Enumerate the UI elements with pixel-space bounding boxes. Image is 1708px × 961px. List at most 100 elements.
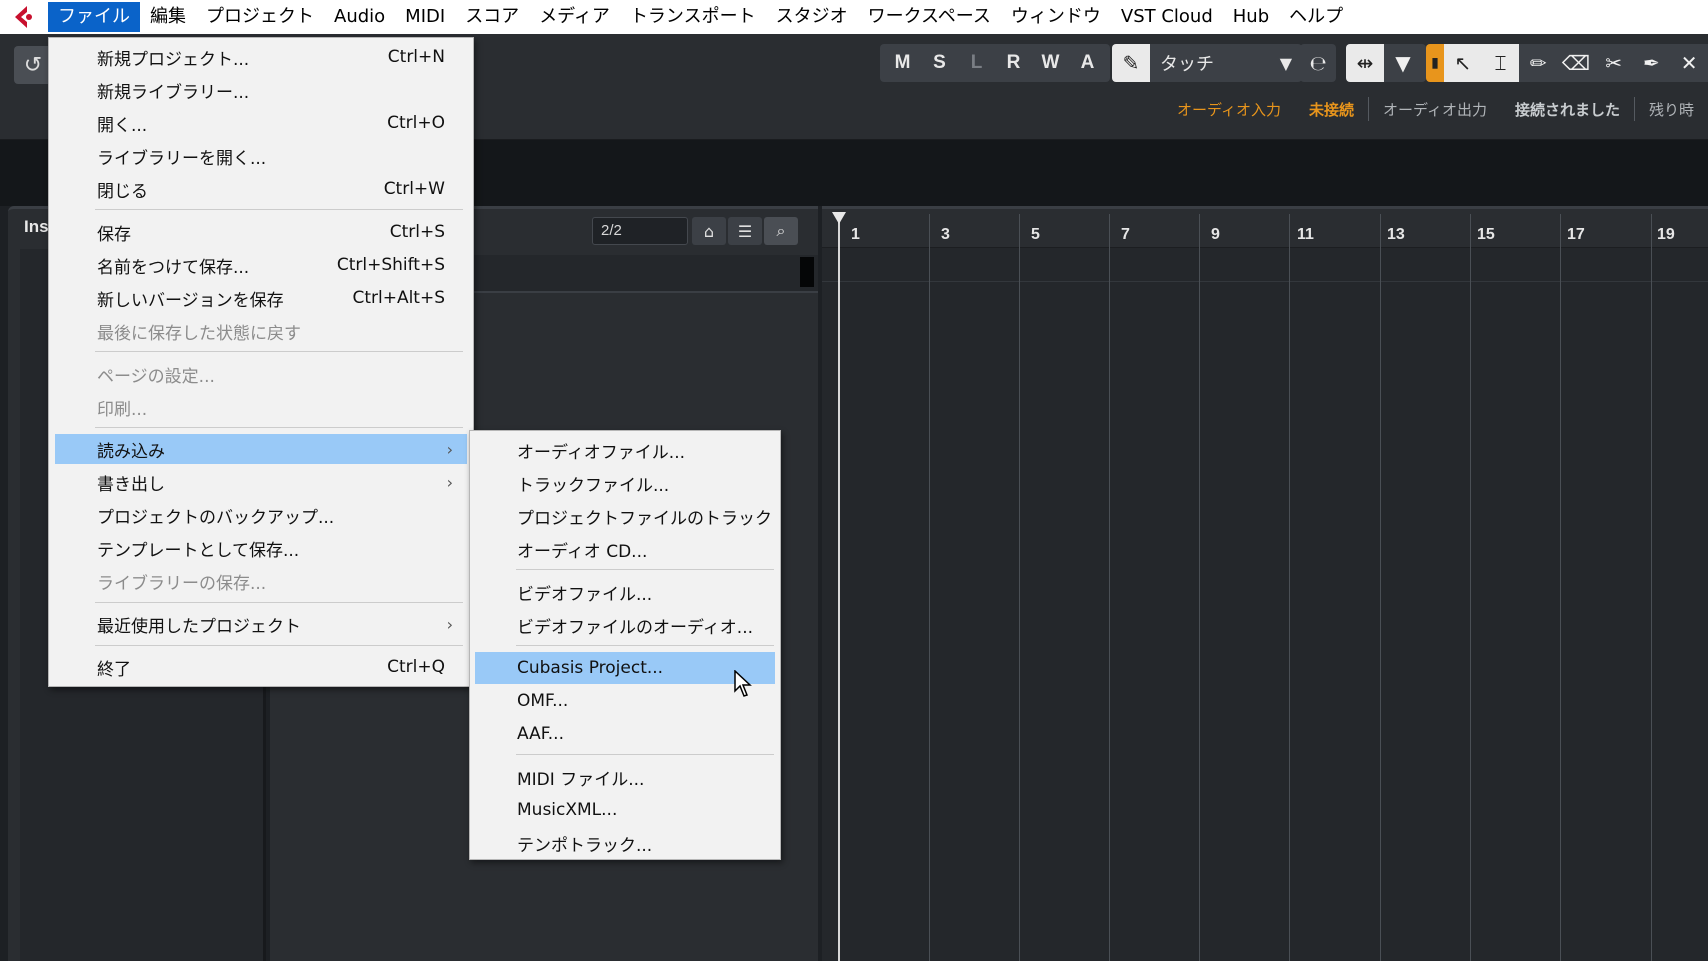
object-selection-icon[interactable]: ↖ [1443,44,1482,82]
submenu-item-video-file[interactable]: ビデオファイル... [475,576,775,608]
undo-icon[interactable]: ↺ [14,46,52,84]
menu-bar: ファイル 編集 プロジェクト Audio MIDI スコア メディア トランスポ… [0,0,1708,34]
menu-item-label: 最近使用したプロジェクト [97,616,301,637]
e-icon[interactable]: ℮ [1300,44,1336,82]
menu-item-import[interactable]: 読み込み › [55,434,467,464]
mouse-cursor-icon [734,670,752,697]
menu-item-label: 印刷... [97,399,148,420]
mute-tool-icon[interactable]: ✕ [1670,44,1708,82]
menu-item-save[interactable]: 保存 Ctrl+S [55,217,467,247]
menu-score[interactable]: スコア [455,2,529,32]
bar-gridline [1651,214,1652,961]
search-icon[interactable]: ⌕ [764,217,798,245]
menu-item-label: Cubasis Project... [517,658,664,678]
menu-item-label: ページの設定... [97,366,215,387]
menu-item-save-as-template[interactable]: テンプレートとして保存... [55,533,467,563]
menu-item-label: トラックファイル... [517,475,670,496]
bar-gridline [1470,214,1471,961]
menu-item-open-library[interactable]: ライブラリーを開く... [55,141,467,171]
submenu-item-track-file[interactable]: トラックファイル... [475,467,775,499]
menu-item-open[interactable]: 開く... Ctrl+O [55,108,467,138]
menu-hub[interactable]: Hub [1223,2,1279,32]
menu-workspace[interactable]: ワークスペース [858,2,1001,32]
bar-number: 17 [1567,226,1585,243]
bar-gridline [929,214,930,961]
submenu-item-musicxml[interactable]: MusicXML... [475,794,775,826]
pencil-icon[interactable]: ✏ [1519,44,1557,82]
menu-separator [95,645,463,646]
eraser-icon[interactable]: ⌫ [1557,44,1595,82]
menu-item-save-new-version[interactable]: 新しいバージョンを保存 Ctrl+Alt+S [55,283,467,313]
a-button[interactable]: A [1069,52,1106,74]
submenu-item-tracks-from-project[interactable]: プロジェクトファイルのトラック [475,500,775,532]
menu-edit[interactable]: 編集 [140,2,196,32]
menu-item-label: プロジェクトのバックアップ... [97,507,335,528]
bar-number: 3 [941,226,950,243]
menu-transport[interactable]: トランスポート [620,2,766,32]
list-icon[interactable]: ☰ [728,217,762,245]
mute-button[interactable]: M [884,52,921,74]
menu-item-export[interactable]: 書き出し › [55,467,467,497]
menu-project[interactable]: プロジェクト [196,2,324,32]
submenu-item-audio-cd[interactable]: オーディオ CD... [475,533,775,565]
menu-item-label: AAF... [517,724,564,744]
playhead-flag-icon[interactable] [832,212,846,224]
drag-mode-icon[interactable]: ⇹ [1346,44,1384,82]
menu-separator [516,645,774,646]
import-submenu: オーディオファイル... トラックファイル... プロジェクトファイルのトラック… [469,430,781,860]
bar-number: 7 [1121,226,1130,243]
chevron-right-icon: › [446,614,453,634]
project-timeline[interactable]: 1 3 5 7 9 11 13 15 17 19 [822,206,1708,961]
menu-item-page-setup: ページの設定... [55,359,467,389]
submenu-item-tempo-track[interactable]: テンポトラック... [475,827,775,859]
automation-mode-select[interactable]: ✎ タッチ ▼ [1112,44,1302,82]
menu-audio[interactable]: Audio [324,2,395,32]
menu-media[interactable]: メディア [529,2,620,32]
glue-icon[interactable]: ✒ [1633,44,1671,82]
menu-item-shortcut: Ctrl+Q [387,657,445,677]
menu-window[interactable]: ウィンドウ [1001,2,1111,32]
menu-item-save-as[interactable]: 名前をつけて保存... Ctrl+Shift+S [55,250,467,280]
chevron-down-icon[interactable]: ▼ [1384,44,1422,82]
cubase-logo-icon[interactable] [0,0,48,34]
listen-button[interactable]: L [958,52,995,74]
menu-item-new-library[interactable]: 新規ライブラリー... [55,75,467,105]
menu-item-label: 新規ライブラリー... [97,82,250,103]
submenu-item-omf[interactable]: OMF... [475,685,775,717]
menu-file[interactable]: ファイル [48,2,140,32]
track-divider [822,281,1708,282]
menu-item-label: ビデオファイル... [517,584,653,605]
range-selection-icon[interactable]: ⌶ [1481,44,1520,82]
bar-gridline [1019,214,1020,961]
menu-item-label: 新規プロジェクト... [97,49,250,70]
menu-item-label: オーディオファイル... [517,442,686,463]
menu-vst-cloud[interactable]: VST Cloud [1111,2,1223,32]
menu-item-new-project[interactable]: 新規プロジェクト... Ctrl+N [55,42,467,72]
submenu-item-aaf[interactable]: AAF... [475,718,775,750]
menu-item-recent-projects[interactable]: 最近使用したプロジェクト › [55,609,467,639]
menu-help[interactable]: ヘルプ [1279,2,1353,32]
menu-item-close[interactable]: 閉じる Ctrl+W [55,174,467,204]
chevron-right-icon: › [446,472,453,492]
audio-status-bar: オーディオ入力 未接続 オーディオ出力 接続されました 残り時 [1163,94,1708,124]
scissors-icon[interactable]: ✂ [1595,44,1633,82]
submenu-item-cubasis-project[interactable]: Cubasis Project... [475,652,775,684]
bar-number: 5 [1031,226,1040,243]
menu-item-print: 印刷... [55,392,467,422]
playhead[interactable] [838,214,840,961]
track-visibility-icon[interactable]: ⌂ [692,217,726,245]
solo-button[interactable]: S [921,52,958,74]
submenu-item-midi-file[interactable]: MIDI ファイル... [475,761,775,793]
menu-studio[interactable]: スタジオ [766,2,858,32]
write-button[interactable]: W [1032,52,1069,74]
read-button[interactable]: R [995,52,1032,74]
menu-item-backup-project[interactable]: プロジェクトのバックアップ... [55,500,467,530]
submenu-item-audio-from-video[interactable]: ビデオファイルのオーディオ... [475,609,775,641]
menu-midi[interactable]: MIDI [395,2,455,32]
menu-item-quit[interactable]: 終了 Ctrl+Q [55,652,467,682]
submenu-item-audio-file[interactable]: オーディオファイル... [475,434,775,466]
tool-color-indicator-icon[interactable]: ▮ [1426,44,1444,82]
bar-number: 19 [1657,226,1675,243]
menu-item-shortcut: Ctrl+O [387,113,445,133]
inspector-title[interactable]: Ins [24,217,49,237]
